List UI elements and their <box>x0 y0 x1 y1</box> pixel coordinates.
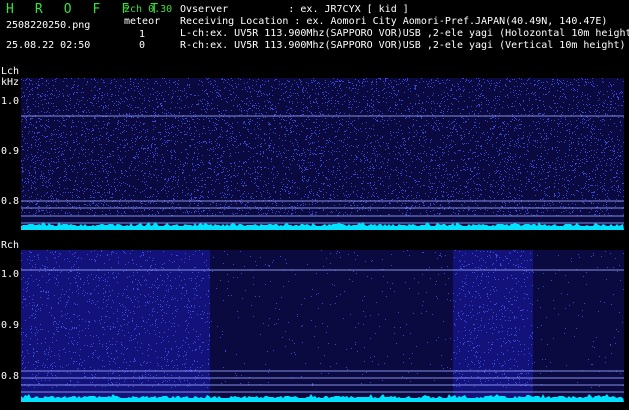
rch-spectrogram-svg <box>21 250 624 402</box>
rch-y-label-1-0: 1.0 <box>1 269 20 280</box>
observer-line: Ovserver : ex. JR7CYX [ kid ] <box>180 4 409 15</box>
capture-datetime: 25.08.22 02:50 <box>6 40 91 51</box>
meteor-label: meteor <box>124 16 161 27</box>
lch-y-label-1-0: 1.0 <box>1 96 20 107</box>
lch-info-line: L-ch:ex. UV5R 113.900Mhz(SAPPORO VOR)USB… <box>180 28 629 39</box>
rch-info-line: R-ch:ex. UV5R 113.900Mhz(SAPPORO VOR)USB… <box>180 40 626 51</box>
rch-y-label-0-8: 0.8 <box>1 371 20 382</box>
lch-y-label-0-9: 0.9 <box>1 146 20 157</box>
rch-label: Rch <box>1 240 20 251</box>
lch-spectrogram-svg <box>21 78 624 230</box>
channel-mode: 2ch 0.30 <box>124 4 173 15</box>
location-line: Receiving Location : ex. Aomori City Aom… <box>180 16 608 27</box>
lch-spectrogram <box>21 78 624 230</box>
rch-spectrogram <box>21 250 624 402</box>
file-name: 2508220250.png <box>6 20 91 31</box>
lch-label: Lch <box>1 66 20 77</box>
rch-meteor-count: 0 <box>139 40 146 51</box>
rch-y-label-0-9: 0.9 <box>1 320 20 331</box>
lch-unit-label: kHz <box>1 77 20 88</box>
lch-y-label-0-8: 0.8 <box>1 196 20 207</box>
